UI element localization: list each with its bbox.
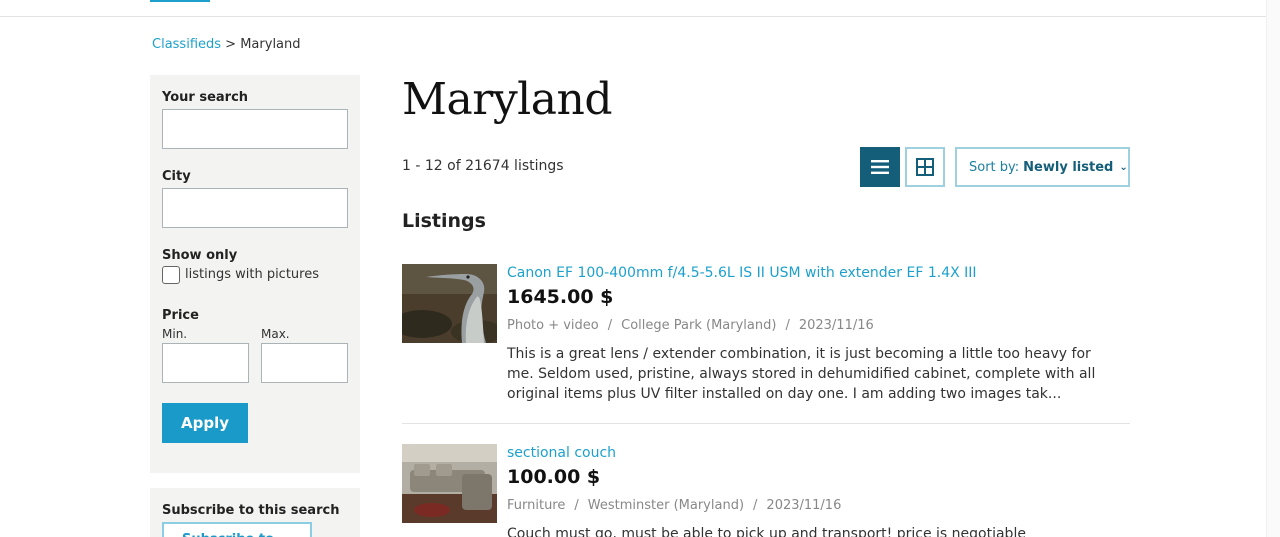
listing-description: Couch must go, must be able to pick up a… (507, 526, 1026, 537)
grid-icon (916, 158, 934, 176)
list-view-button[interactable] (860, 147, 900, 187)
price-label: Price (162, 308, 199, 323)
listing-category: Photo + video (507, 318, 599, 333)
listing-price: 1645.00 $ (507, 286, 614, 308)
listing-item: sectional couch 100.00 $ Furniture / Westm… (402, 444, 1130, 537)
page-title: Maryland (402, 74, 612, 125)
chevron-down-icon: ⌄ (1119, 161, 1128, 173)
max-price-input[interactable] (261, 343, 348, 383)
breadcrumb-separator: > (225, 37, 237, 52)
subscribe-panel: Subscribe to this search Subscribe to se… (150, 488, 360, 537)
listing-divider (402, 423, 1130, 424)
min-price-input[interactable] (162, 343, 249, 383)
listing-thumbnail-heron[interactable] (402, 264, 497, 343)
listing-thumbnail-couch[interactable] (402, 444, 497, 523)
city-label: City (162, 169, 191, 184)
listings-heading: Listings (402, 210, 486, 232)
listing-date: 2023/11/16 (766, 498, 842, 513)
search-label: Your search (162, 90, 249, 105)
listing-category: Furniture (507, 498, 566, 513)
apply-button[interactable]: Apply (162, 403, 248, 443)
scrollbar[interactable] (1266, 0, 1280, 537)
pictures-checkbox[interactable] (162, 266, 180, 284)
listing-item: Canon EF 100-400mm f/4.5-5.6L IS II USM … (402, 264, 1130, 414)
search-input[interactable] (162, 109, 348, 149)
listing-count: 1 - 12 of 21674 listings (402, 158, 564, 174)
listing-description: This is a great lens / extender combinat… (507, 346, 1096, 402)
list-icon (871, 160, 889, 174)
listing-title-link[interactable]: sectional couch (507, 445, 616, 461)
listing-meta: Photo + video / College Park (Maryland)/20… (507, 318, 874, 333)
listing-meta: Furniture / Westminster (Maryland)/2023/11… (507, 498, 842, 513)
grid-view-button[interactable] (905, 147, 945, 187)
sort-value: Newly listed (1023, 159, 1114, 175)
pictures-checkbox-label[interactable]: listings with pictures (185, 267, 319, 282)
listing-location: College Park (Maryland) (621, 318, 777, 333)
top-nav-bar (0, 0, 1280, 17)
listing-location: Westminster (Maryland) (587, 498, 745, 513)
filter-sidebar: Your search City Show only listings with… (150, 75, 360, 473)
listing-date: 2023/11/16 (798, 318, 874, 333)
subscribe-button[interactable]: Subscribe to search (162, 522, 312, 537)
city-input[interactable] (162, 188, 348, 228)
breadcrumb: Classifieds > Maryland (152, 37, 301, 52)
breadcrumb-current: Maryland (240, 37, 301, 52)
show-only-label: Show only (162, 248, 238, 263)
sort-prefix: Sort by: (969, 159, 1020, 175)
min-price-label: Min. (162, 327, 188, 341)
max-price-label: Max. (261, 327, 290, 341)
listing-title-link[interactable]: Canon EF 100-400mm f/4.5-5.6L IS II USM … (507, 265, 977, 281)
listing-price: 100.00 $ (507, 466, 601, 488)
nav-accent (150, 0, 210, 2)
sort-dropdown[interactable]: Sort by: Newly listed ⌄ (955, 147, 1130, 187)
breadcrumb-classifieds-link[interactable]: Classifieds (152, 37, 221, 52)
subscribe-label: Subscribe to this search (162, 503, 340, 518)
